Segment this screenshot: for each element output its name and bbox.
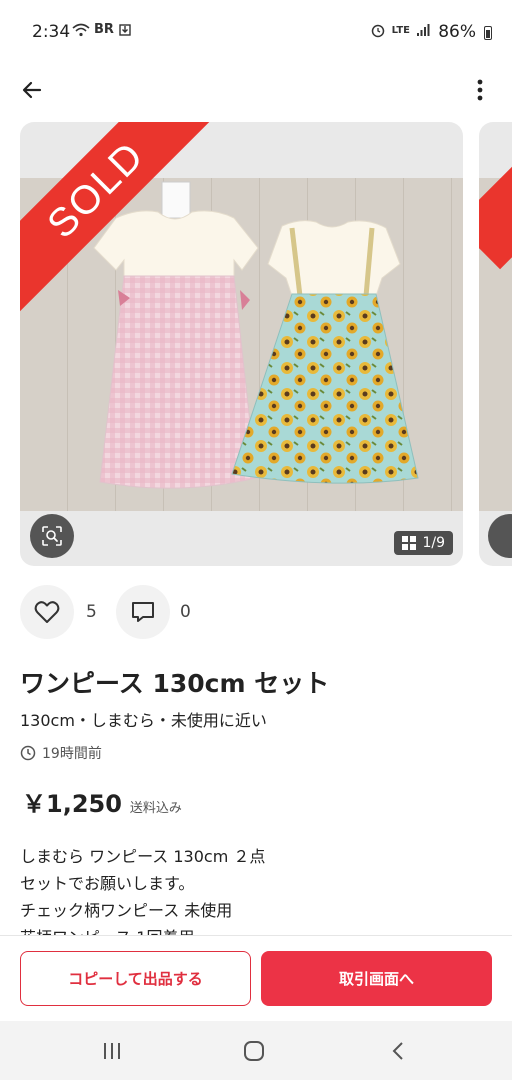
like-count: 5 [86, 602, 97, 622]
description-line: チェック柄ワンピース 未使用 [20, 901, 233, 920]
status-time: 2:34 [32, 22, 71, 42]
chevron-left-icon [392, 1042, 403, 1060]
arrow-left-icon [22, 81, 42, 99]
engagement-row: 5 0 [20, 585, 320, 641]
posted-time-text: 19時間前 [42, 746, 102, 762]
like-button[interactable] [20, 585, 74, 639]
next-photo-card[interactable] [479, 122, 512, 566]
recents-icon [104, 1043, 120, 1059]
photo-counter-text: 1/9 [422, 535, 445, 551]
alarm-icon [371, 24, 384, 38]
description-line: しまむら ワンピース 130cm ２点 [20, 847, 266, 866]
home-button[interactable] [229, 1033, 279, 1069]
shipping-label: 送料込み [129, 801, 182, 816]
battery-icon [484, 26, 492, 40]
comment-button[interactable] [116, 585, 170, 639]
posted-time: 19時間前 [20, 743, 102, 763]
network-type: LTE [391, 24, 410, 36]
status-left-icons: BR [72, 22, 132, 37]
comment-icon [132, 602, 154, 622]
image-search-icon [42, 526, 62, 546]
system-nav-bar [0, 1021, 512, 1080]
photo-card[interactable]: SOLD 1/9 [20, 122, 463, 566]
grid-icon [402, 536, 417, 550]
bottom-action-bar: コピーして出品する 取引画面へ [0, 935, 512, 1021]
transaction-button[interactable]: 取引画面へ [261, 951, 492, 1006]
description-line: セットでお願いします。 [20, 874, 195, 893]
comment-count: 0 [180, 602, 191, 622]
back-button[interactable] [14, 72, 50, 108]
signal-icon [417, 24, 430, 36]
copy-listing-button[interactable]: コピーして出品する [20, 951, 251, 1006]
more-options-button[interactable] [462, 72, 498, 108]
heart-icon [34, 601, 60, 623]
next-zoom-button[interactable] [488, 514, 512, 558]
more-vertical-icon [477, 79, 483, 101]
app-bar [0, 64, 512, 116]
status-right-icons: LTE [370, 22, 430, 38]
download-icon [119, 23, 131, 36]
br-indicator: BR [94, 22, 114, 37]
recents-button[interactable] [87, 1033, 137, 1069]
home-icon [244, 1041, 264, 1061]
next-sold-ribbon [479, 122, 512, 270]
status-bar: 2:34 BR LTE 86% [0, 0, 512, 64]
price-row: ￥1,250 送料込み [22, 784, 182, 819]
photo-counter: 1/9 [394, 531, 453, 555]
clock-icon [20, 745, 36, 761]
item-title: ワンピース 130cm セット [20, 669, 330, 698]
photo-carousel[interactable]: SOLD 1/9 [0, 122, 512, 567]
system-back-button[interactable] [373, 1033, 423, 1069]
wifi-icon [72, 23, 90, 36]
battery-percent: 86% [438, 22, 476, 42]
zoom-button[interactable] [30, 514, 74, 558]
item-subtitle: 130cm・しまむら・未使用に近い [20, 711, 267, 730]
price: ￥1,250 [22, 790, 122, 818]
